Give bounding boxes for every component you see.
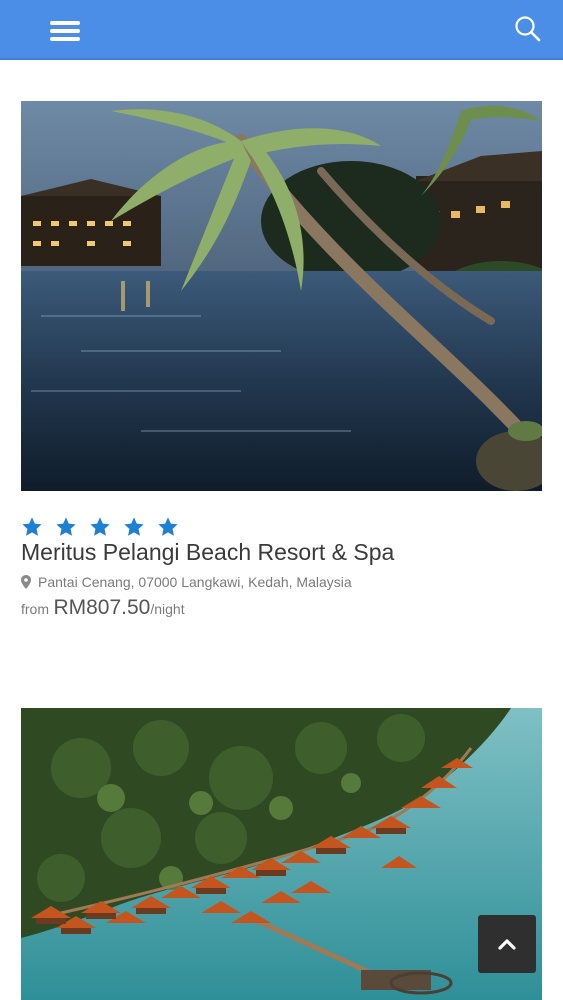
star-rating [21, 516, 191, 538]
star-icon [55, 516, 77, 538]
star-icon [21, 516, 43, 538]
location-text: Pantai Cenang, 07000 Langkawi, Kedah, Ma… [38, 574, 352, 590]
price-unit: /night [150, 601, 185, 617]
star-icon [123, 516, 145, 538]
price-prefix: from [21, 601, 49, 617]
chevron-up-icon [498, 939, 516, 950]
hotel-card[interactable] [21, 101, 542, 491]
price-amount: RM807.50 [53, 596, 151, 619]
hotel-photo-lagoon[interactable] [21, 101, 542, 491]
map-pin-icon [21, 575, 31, 589]
hotel-card[interactable] [21, 708, 542, 1000]
top-navigation-bar [0, 0, 563, 60]
star-icon [157, 516, 179, 538]
hamburger-menu-icon[interactable] [42, 14, 88, 48]
hotel-photo-overwater[interactable] [21, 708, 542, 1000]
hotel-location: Pantai Cenang, 07000 Langkawi, Kedah, Ma… [21, 574, 352, 590]
hotel-name[interactable]: Meritus Pelangi Beach Resort & Spa [21, 539, 394, 566]
hotel-price: from RM807.50/night [21, 596, 185, 620]
back-to-top-button[interactable] [478, 915, 536, 973]
star-icon [89, 516, 111, 538]
search-icon[interactable] [511, 12, 545, 46]
